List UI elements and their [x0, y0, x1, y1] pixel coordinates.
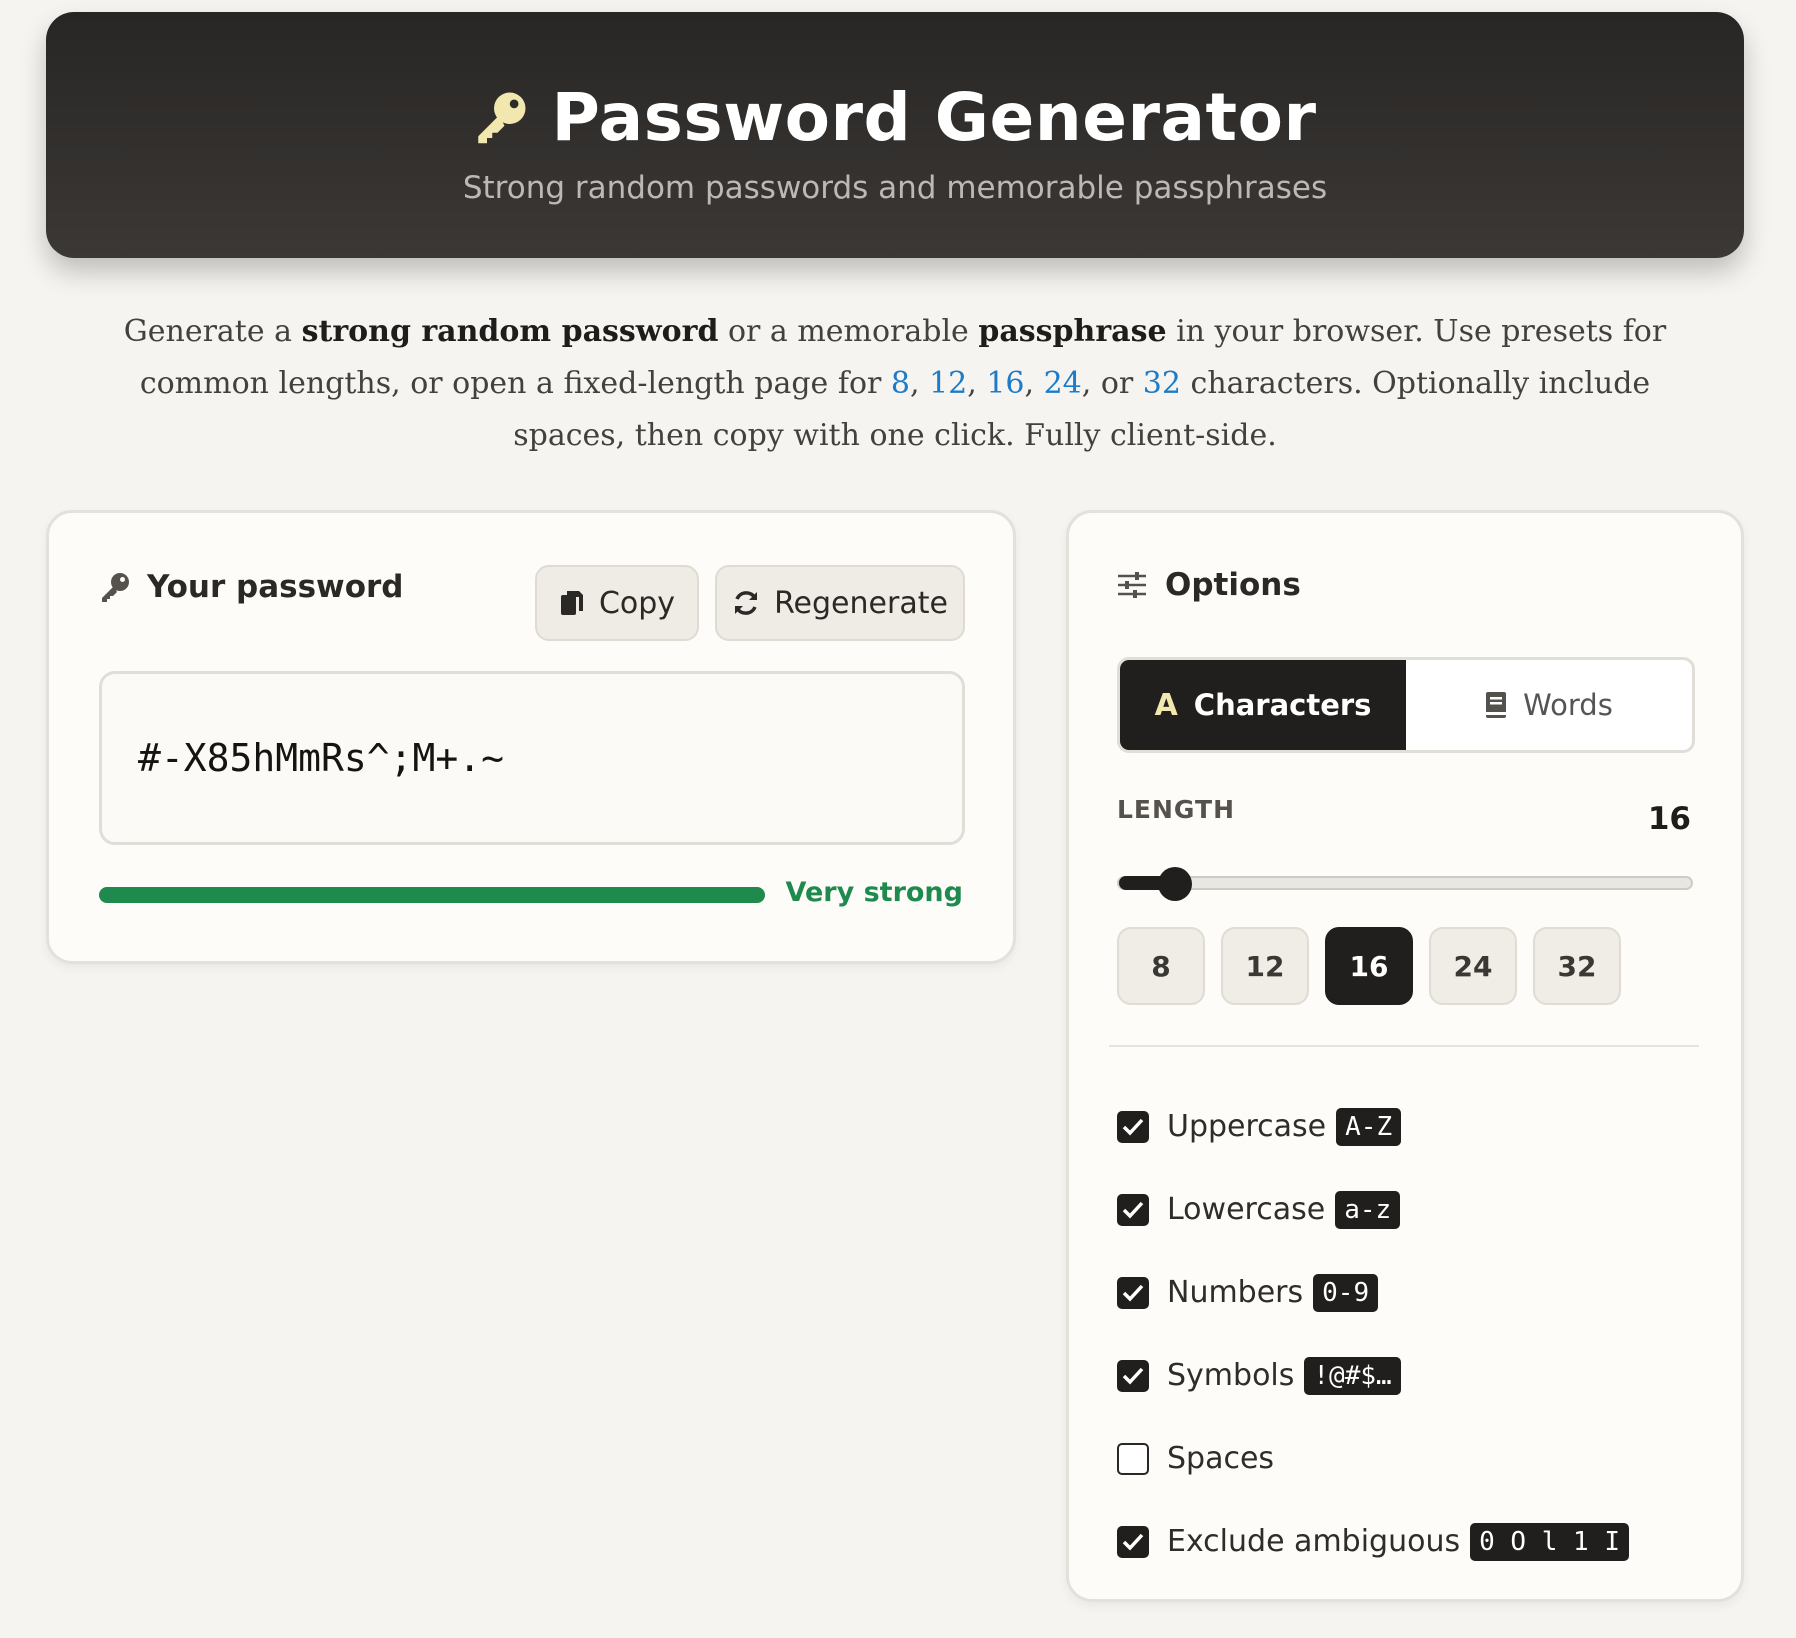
preset-12[interactable]: 12 [1221, 927, 1309, 1005]
tab-characters-label: Characters [1193, 688, 1372, 722]
lowercase-tag: a-z [1335, 1190, 1401, 1229]
copy-button[interactable]: Copy [535, 565, 699, 641]
password-card: Your password Copy Regenerate #-X85hMmRs… [46, 510, 1016, 964]
option-uppercase: Uppercase A-Z [1117, 1085, 1629, 1168]
exclude-ambiguous-tag: 0 O l 1 I [1470, 1522, 1629, 1561]
regenerate-button[interactable]: Regenerate [715, 565, 965, 641]
spaces-checkbox[interactable] [1117, 1442, 1149, 1475]
preset-16[interactable]: 16 [1325, 927, 1413, 1005]
options-card: Options A Characters Words LENGTH 16 8 1… [1066, 510, 1744, 1602]
regenerate-label: Regenerate [774, 585, 948, 621]
options-heading-label: Options [1165, 567, 1301, 603]
symbols-checkbox[interactable] [1117, 1359, 1149, 1392]
intro-sep: , [909, 366, 930, 401]
page-subtitle: Strong random passwords and memorable pa… [462, 170, 1328, 206]
length-link-8[interactable]: 8 [891, 366, 910, 401]
numbers-checkbox[interactable] [1117, 1276, 1149, 1309]
spaces-label[interactable]: Spaces [1167, 1441, 1274, 1476]
option-spaces: Spaces [1117, 1417, 1629, 1500]
strength-label: Very strong [785, 877, 963, 908]
uppercase-tag: A-Z [1336, 1107, 1402, 1146]
letter-a-icon: A [1154, 687, 1178, 723]
option-exclude-ambiguous: Exclude ambiguous 0 O l 1 I [1117, 1500, 1629, 1583]
length-link-16[interactable]: 16 [986, 366, 1024, 401]
option-lowercase: Lowercase a-z [1117, 1168, 1629, 1251]
checkmark-icon [1122, 1367, 1144, 1385]
exclude-ambiguous-label[interactable]: Exclude ambiguous [1167, 1524, 1460, 1559]
options-divider [1109, 1045, 1699, 1047]
options-heading: Options [1117, 567, 1301, 603]
checkmark-icon [1122, 1201, 1144, 1219]
character-options: Uppercase A-Z Lowercase a-z Numbers 0-9 … [1117, 1085, 1629, 1583]
sliders-icon [1118, 572, 1146, 598]
key-icon [102, 573, 129, 602]
password-heading: Your password [99, 569, 403, 605]
uppercase-checkbox[interactable] [1117, 1110, 1149, 1143]
password-output[interactable]: #-X85hMmRs^;M+.~ [99, 671, 965, 845]
intro-sep: , [967, 366, 987, 401]
exclude-ambiguous-checkbox[interactable] [1117, 1525, 1149, 1558]
uppercase-label[interactable]: Uppercase [1167, 1109, 1326, 1144]
length-link-24[interactable]: 24 [1044, 366, 1082, 401]
copy-label: Copy [598, 585, 676, 621]
intro-sep: , [1024, 366, 1044, 401]
book-icon [1486, 692, 1507, 718]
page-title: Password Generator [551, 78, 1317, 156]
intro-paragraph: Generate a strong random password or a m… [90, 306, 1700, 462]
preset-24[interactable]: 24 [1429, 927, 1517, 1005]
strength-meter [99, 887, 765, 903]
checkmark-icon [1122, 1533, 1144, 1551]
length-value: 16 [1647, 801, 1691, 837]
numbers-tag: 0-9 [1313, 1273, 1379, 1312]
length-slider[interactable] [1117, 867, 1693, 901]
lowercase-label[interactable]: Lowercase [1167, 1192, 1325, 1227]
symbols-label[interactable]: Symbols [1167, 1358, 1294, 1393]
preset-8[interactable]: 8 [1117, 927, 1205, 1005]
key-icon [478, 92, 526, 144]
length-label: LENGTH [1117, 795, 1235, 824]
mode-tabs: A Characters Words [1117, 657, 1695, 753]
copy-icon [560, 591, 583, 615]
app-header: Password Generator Strong random passwor… [46, 12, 1744, 258]
length-link-32[interactable]: 32 [1143, 366, 1181, 401]
tab-characters[interactable]: A Characters [1120, 660, 1406, 750]
option-symbols: Symbols !@#$… [1117, 1334, 1629, 1417]
intro-text-2: or a memorable [718, 314, 979, 349]
option-numbers: Numbers 0-9 [1117, 1251, 1629, 1334]
checkmark-icon [1122, 1284, 1144, 1302]
length-link-12[interactable]: 12 [929, 366, 967, 401]
preset-32[interactable]: 32 [1533, 927, 1621, 1005]
lowercase-checkbox[interactable] [1117, 1193, 1149, 1226]
tab-words[interactable]: Words [1406, 660, 1692, 750]
header-title-row: Password Generator [46, 74, 1744, 160]
checkmark-icon [1122, 1118, 1144, 1136]
length-slider-thumb[interactable] [1158, 867, 1192, 901]
intro-sep: , or [1081, 366, 1143, 401]
numbers-label[interactable]: Numbers [1167, 1275, 1303, 1310]
symbols-tag: !@#$… [1304, 1356, 1401, 1395]
strength-meter-fill [99, 887, 765, 903]
intro-bold-2: passphrase [978, 314, 1167, 349]
password-heading-label: Your password [147, 569, 404, 605]
intro-text-1: Generate a [123, 314, 302, 349]
length-presets: 8 12 16 24 32 [1117, 927, 1621, 1005]
tab-words-label: Words [1523, 688, 1613, 722]
intro-bold-1: strong random password [301, 314, 719, 349]
refresh-icon [735, 591, 758, 615]
password-value: #-X85hMmRs^;M+.~ [138, 736, 505, 780]
